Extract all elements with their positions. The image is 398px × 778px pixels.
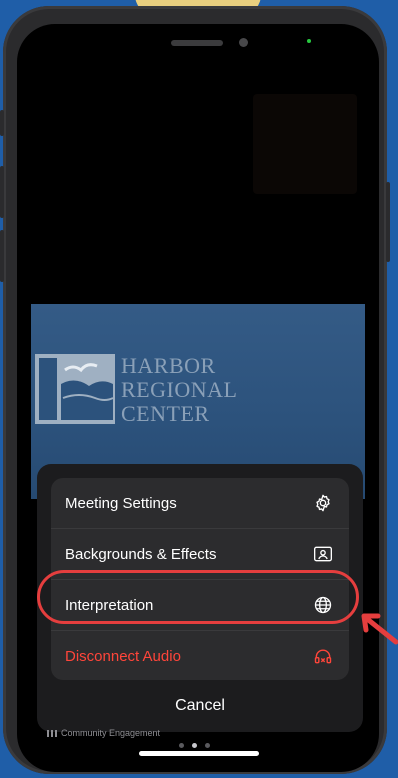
backgrounds-effects-item[interactable]: Backgrounds & Effects xyxy=(51,528,349,579)
harbor-regional-center-logo: HARBOR REGIONAL CENTER xyxy=(35,354,295,429)
logo-line-1: HARBOR xyxy=(121,353,216,378)
speaker-grille xyxy=(171,40,223,46)
volume-up-button xyxy=(0,166,4,218)
cancel-button[interactable]: Cancel xyxy=(51,688,349,724)
participant-name: Community Engagement xyxy=(61,728,161,738)
logo-line-3: CENTER xyxy=(121,401,210,426)
phone-frame: HARBOR REGIONAL CENTER Meeting Settings xyxy=(0,6,390,774)
interpretation-item[interactable]: Interpretation xyxy=(51,579,349,630)
power-button xyxy=(386,182,390,262)
page-dot-active xyxy=(192,743,197,748)
participant-video-tile[interactable] xyxy=(253,94,357,194)
mute-switch xyxy=(0,110,4,136)
globe-icon xyxy=(313,595,333,615)
annotation-arrow-icon xyxy=(361,613,398,645)
front-camera-icon xyxy=(239,38,248,47)
home-indicator[interactable] xyxy=(139,751,259,756)
headphones-x-icon xyxy=(313,646,333,666)
gear-icon xyxy=(313,493,333,513)
camera-in-use-indicator xyxy=(307,39,311,43)
disconnect-audio-label: Disconnect Audio xyxy=(65,647,181,665)
volume-down-button xyxy=(0,230,4,282)
notch xyxy=(103,24,293,60)
participant-name-label: Community Engagement xyxy=(47,728,160,738)
interpretation-label: Interpretation xyxy=(65,596,154,614)
portrait-icon xyxy=(313,544,333,564)
backgrounds-effects-label: Backgrounds & Effects xyxy=(65,545,217,563)
menu-group: Meeting Settings Backgrounds & Effects I… xyxy=(51,478,349,680)
logo-line-2: REGIONAL xyxy=(121,377,238,402)
disconnect-audio-item[interactable]: Disconnect Audio xyxy=(51,630,349,680)
meeting-settings-item[interactable]: Meeting Settings xyxy=(51,478,349,528)
page-indicator[interactable] xyxy=(179,743,210,748)
page-dot xyxy=(205,743,210,748)
logo-wordmark: HARBOR REGIONAL CENTER xyxy=(121,354,237,426)
signal-bars-icon xyxy=(47,729,57,737)
logo-mark-icon xyxy=(35,354,115,424)
more-options-sheet: Meeting Settings Backgrounds & Effects I… xyxy=(37,464,363,732)
meeting-settings-label: Meeting Settings xyxy=(65,494,177,512)
phone-screen: HARBOR REGIONAL CENTER Meeting Settings xyxy=(17,24,379,772)
page-dot xyxy=(179,743,184,748)
